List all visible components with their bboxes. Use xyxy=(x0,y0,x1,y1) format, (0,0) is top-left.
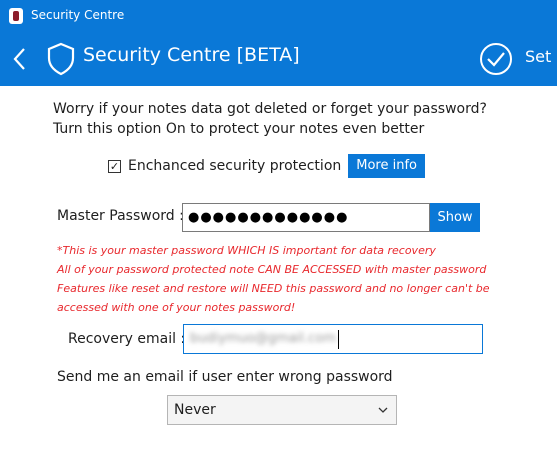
wrong-password-email-label: Send me an email if user enter wrong pas… xyxy=(57,369,393,385)
text-caret xyxy=(338,330,339,349)
warning-line: accessed with one of your notes password… xyxy=(57,301,296,314)
intro-text: Worry if your notes data got deleted or … xyxy=(53,99,487,139)
set-button[interactable]: Set xyxy=(525,47,551,66)
chevron-down-icon xyxy=(378,407,388,413)
recovery-email-label: Recovery email : xyxy=(68,331,186,347)
window-title: Security Centre xyxy=(31,8,125,22)
master-password-label: Master Password : xyxy=(57,208,184,224)
app-icon xyxy=(9,8,23,24)
intro-line-2: Turn this option On to protect your note… xyxy=(53,121,425,137)
security-toggle-row: ✓ Enchanced security protection More inf… xyxy=(108,154,426,178)
page-title: Security Centre [BETA] xyxy=(83,44,300,66)
window-titlebar: Security Centre xyxy=(0,0,557,32)
warning-line: All of your password protected note CAN … xyxy=(57,263,487,276)
back-arrow-icon[interactable] xyxy=(9,44,33,74)
recovery-email-value: budiymuo@gmail.com xyxy=(190,331,336,346)
shield-icon xyxy=(47,42,75,76)
wrong-password-selected: Never xyxy=(174,402,216,418)
wrong-password-select[interactable]: Never xyxy=(167,395,397,425)
security-content: Worry if your notes data got deleted or … xyxy=(0,86,557,458)
recovery-email-input[interactable]: budiymuo@gmail.com xyxy=(183,324,483,354)
enhanced-security-checkbox[interactable]: ✓ xyxy=(108,159,121,173)
warning-line: Features like reset and restore will NEE… xyxy=(57,282,490,295)
enhanced-security-label[interactable]: Enchanced security protection xyxy=(128,158,341,174)
intro-line-1: Worry if your notes data got deleted or … xyxy=(53,101,487,117)
master-password-input[interactable]: ●●●●●●●●●●●●● xyxy=(182,203,430,232)
more-info-button[interactable]: More info xyxy=(348,154,426,178)
check-circle-icon[interactable] xyxy=(479,42,513,76)
show-password-button[interactable]: Show xyxy=(430,203,480,232)
password-warning: *This is your master password WHICH IS i… xyxy=(57,241,537,317)
warning-line: *This is your master password WHICH IS i… xyxy=(57,244,436,257)
page-header: Security Centre [BETA] Set xyxy=(0,32,557,86)
